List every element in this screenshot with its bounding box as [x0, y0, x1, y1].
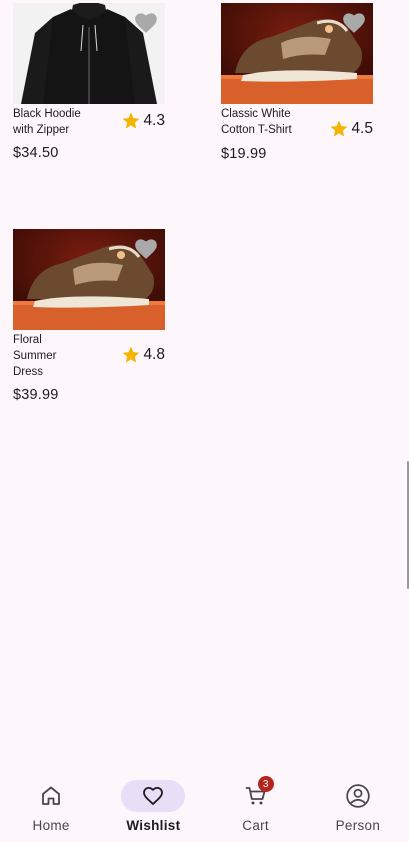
product-image[interactable] — [13, 229, 165, 330]
rating-value: 4.3 — [143, 112, 165, 129]
product-price: $39.99 — [13, 387, 59, 403]
bottom-navigation: Home Wishlist 3 Cart Person — [0, 766, 409, 842]
nav-label: Person — [335, 818, 381, 833]
nav-item-cart[interactable]: 3 Cart — [205, 766, 307, 842]
nav-icon-container — [326, 780, 390, 812]
product-image[interactable] — [13, 3, 165, 104]
product-image[interactable] — [221, 3, 373, 104]
person-icon — [346, 784, 370, 808]
favorite-heart-icon[interactable] — [133, 236, 159, 260]
product-name: Black Hoodie with Zipper — [13, 108, 81, 136]
favorite-heart-icon[interactable] — [341, 10, 367, 34]
heart-icon — [143, 787, 164, 805]
nav-icon-container — [19, 780, 83, 812]
product-rating: 4.8 — [121, 345, 165, 365]
star-icon — [123, 112, 140, 129]
nav-item-wishlist[interactable]: Wishlist — [102, 766, 204, 842]
favorite-heart-icon[interactable] — [133, 10, 159, 34]
nav-label: Home — [32, 818, 70, 833]
rating-value: 4.5 — [351, 120, 373, 137]
product-name: Floral Summer Dress — [13, 334, 57, 378]
nav-icon-container — [121, 780, 186, 812]
rating-value: 4.8 — [143, 346, 165, 363]
nav-item-person[interactable]: Person — [307, 766, 409, 842]
product-name: Classic White Cotton T-Shirt — [221, 108, 292, 136]
product-rating: 4.5 — [329, 119, 373, 139]
product-card[interactable]: Black Hoodie with Zipper 4.3 $34.50 — [13, 3, 165, 161]
product-card[interactable]: Classic White Cotton T-Shirt 4.5 $19.99 — [221, 3, 373, 162]
nav-icon-container: 3 — [224, 776, 288, 812]
product-price: $19.99 — [221, 146, 267, 162]
nav-label: Wishlist — [126, 818, 181, 833]
product-card[interactable]: Floral Summer Dress 4.8 $39.99 — [13, 229, 165, 403]
cart-count-badge: 3 — [257, 776, 274, 792]
star-icon — [331, 120, 348, 137]
nav-label: Cart — [242, 818, 269, 833]
home-icon — [42, 786, 61, 805]
nav-item-home[interactable]: Home — [0, 766, 102, 842]
product-rating: 4.3 — [121, 111, 165, 131]
star-icon — [123, 346, 140, 363]
product-price: $34.50 — [13, 145, 59, 161]
